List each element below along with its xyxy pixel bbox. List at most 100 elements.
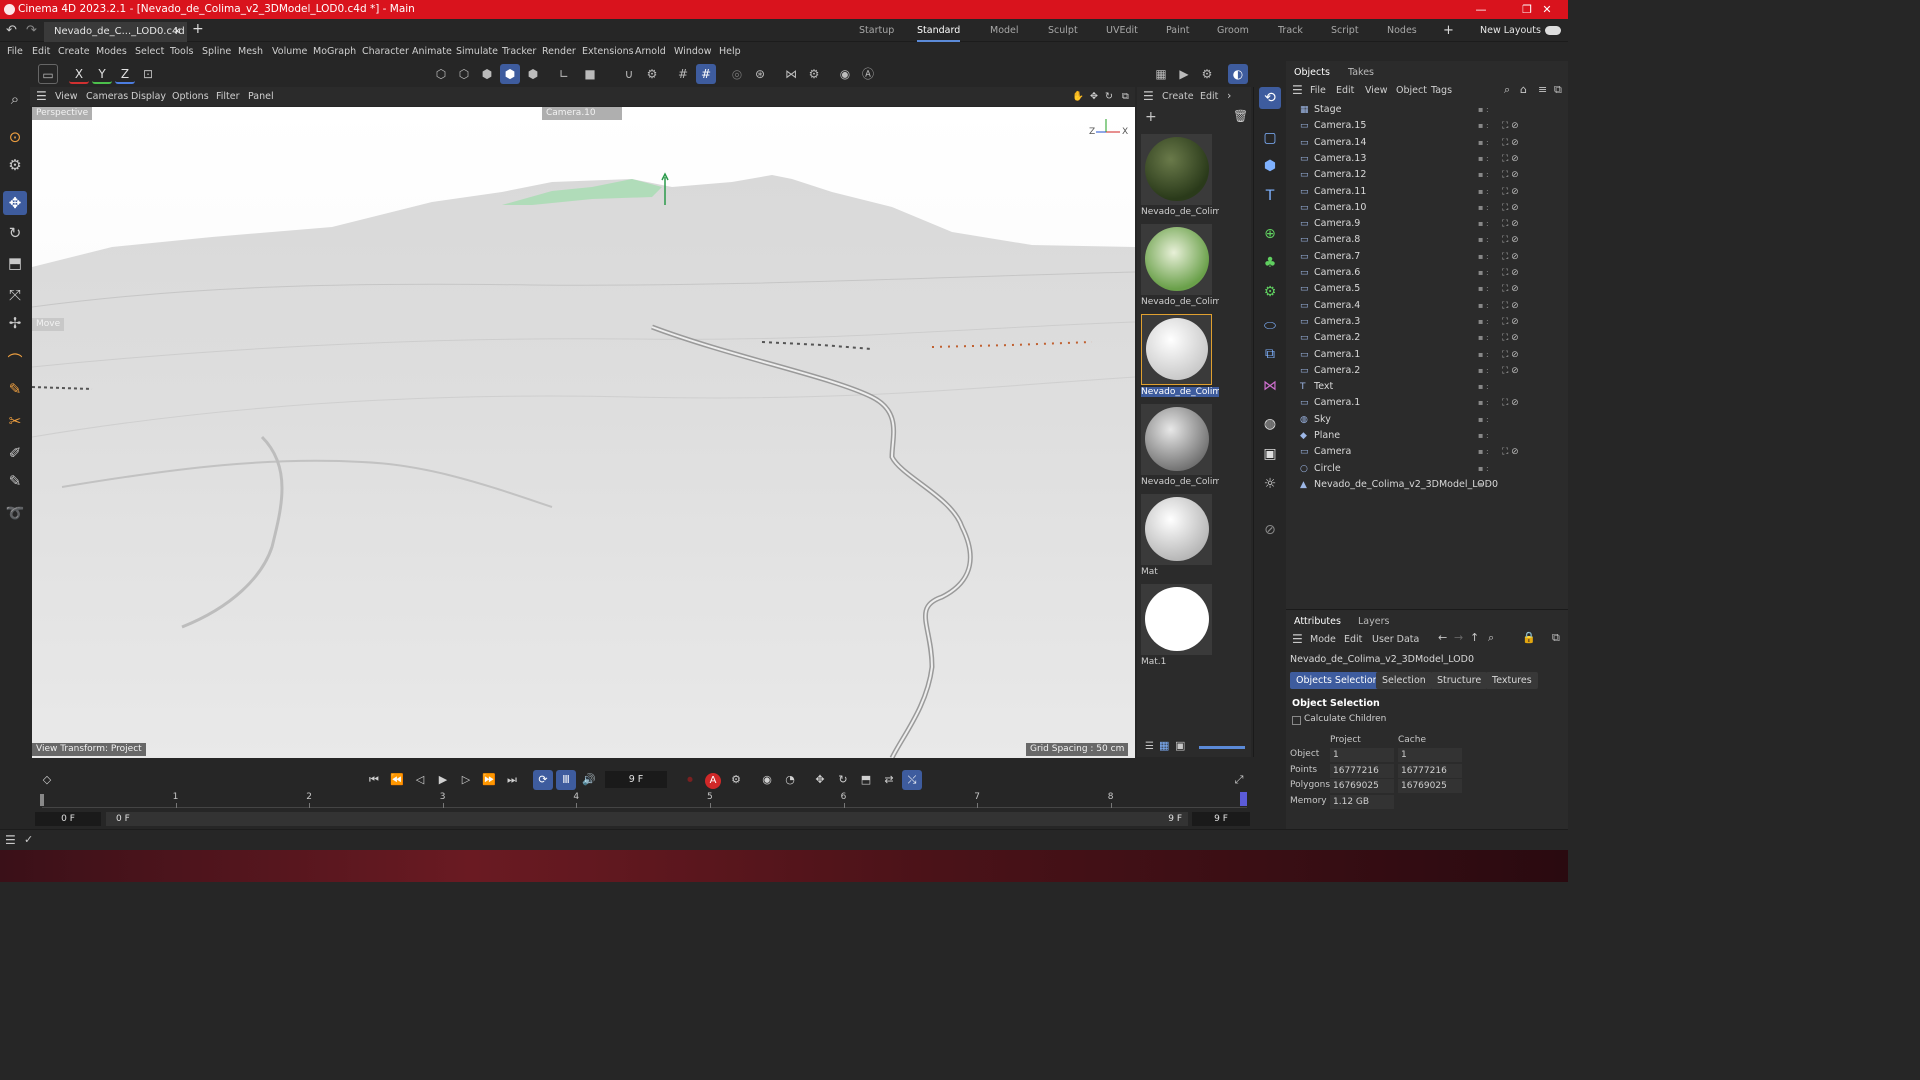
delete-material-icon[interactable]: 🗑 xyxy=(1233,109,1248,123)
playback-rate-button[interactable]: Ⅲ xyxy=(556,770,576,790)
protection-tag-icon[interactable]: ⛶ ⊘ xyxy=(1502,347,1519,363)
placement-tool-icon[interactable]: ✢ xyxy=(3,311,27,335)
visibility-dots-icon[interactable]: ▪ : xyxy=(1478,167,1489,183)
next-frame-button[interactable]: ▷ xyxy=(456,770,476,790)
edges-mode-icon[interactable]: ⬡ xyxy=(454,64,474,84)
range-bar[interactable]: 0 F 9 F xyxy=(106,812,1188,826)
object-row[interactable]: ◍ Sky ▪ : xyxy=(1286,412,1568,428)
object-row[interactable]: ▭ Camera.13 ▪ : ⛶ ⊘ xyxy=(1286,151,1568,167)
attribute-menu-user-data[interactable]: User Data xyxy=(1372,632,1419,647)
range-start-field[interactable]: 0 F xyxy=(35,812,101,826)
loop-button[interactable]: ⟳ xyxy=(533,770,553,790)
attribute-menu-edit[interactable]: Edit xyxy=(1344,632,1362,647)
visibility-dots-icon[interactable]: ▪ : xyxy=(1478,184,1489,200)
visibility-dots-icon[interactable]: ▪ : xyxy=(1478,298,1489,314)
menu-file[interactable]: File xyxy=(7,42,23,61)
visibility-dots-icon[interactable]: ▪ : xyxy=(1478,461,1489,477)
active-camera-label[interactable]: Camera.10 xyxy=(542,107,622,120)
large-view-icon[interactable]: ▣ xyxy=(1175,739,1185,752)
visibility-dots-icon[interactable]: ▪ : xyxy=(1478,200,1489,216)
playhead-start[interactable] xyxy=(40,794,44,806)
object-menu-object[interactable]: Object xyxy=(1396,83,1427,98)
undo-icon[interactable]: ↶ xyxy=(6,23,17,38)
material-item[interactable]: Mat.1 xyxy=(1139,582,1214,668)
layout-nodes[interactable]: Nodes xyxy=(1387,19,1417,42)
transform-tool-icon[interactable]: ⤧ xyxy=(3,283,27,307)
protection-tag-icon[interactable]: ⛶ ⊘ xyxy=(1502,151,1519,167)
range-end-field[interactable]: 9 F xyxy=(1192,812,1250,826)
visibility-dots-icon[interactable]: ▪ : xyxy=(1478,118,1489,134)
layout-script[interactable]: Script xyxy=(1331,19,1359,42)
toggle-view-icon[interactable]: ⧉ xyxy=(1122,87,1129,106)
object-row[interactable]: ▭ Camera.7 ▪ : ⛶ ⊘ xyxy=(1286,249,1568,265)
protection-tag-icon[interactable]: ⛶ ⊘ xyxy=(1502,444,1519,460)
tab-attributes[interactable]: Attributes xyxy=(1294,614,1341,629)
object-row[interactable]: ▭ Camera.12 ▪ : ⛶ ⊘ xyxy=(1286,167,1568,183)
protection-tag-icon[interactable]: ⛶ ⊘ xyxy=(1502,135,1519,151)
layout-paint[interactable]: Paint xyxy=(1166,19,1190,42)
document-tab[interactable]: Nevado_de_C..._LOD0.c4d * ✕ xyxy=(44,22,187,57)
layout-startup[interactable]: Startup xyxy=(859,19,894,42)
new-layouts-label[interactable]: New Layouts xyxy=(1480,19,1541,42)
rotation-key-icon[interactable]: ↻ xyxy=(833,770,853,790)
protection-tag-icon[interactable]: ⛶ ⊘ xyxy=(1502,232,1519,248)
field-icon[interactable]: ⬭ xyxy=(1259,315,1281,337)
keyframe-selection-icon[interactable]: ◉ xyxy=(757,770,777,790)
visibility-dots-icon[interactable]: ▪ : xyxy=(1478,249,1489,265)
lock-icon[interactable]: 🔒 xyxy=(1522,631,1536,644)
viewport-solo-icon[interactable]: ◉ xyxy=(835,64,855,84)
visibility-dots-icon[interactable]: ▪ : xyxy=(1478,314,1489,330)
object-row[interactable]: ▭ Camera.4 ▪ : ⛶ ⊘ xyxy=(1286,298,1568,314)
protection-tag-icon[interactable]: ⛶ ⊘ xyxy=(1502,167,1519,183)
minimize-button[interactable]: — xyxy=(1458,0,1504,19)
attribute-menu-icon[interactable]: ☰ xyxy=(1292,632,1303,646)
search-attributes-icon[interactable]: ⌕ xyxy=(1488,631,1494,645)
protection-tag-icon[interactable]: ⛶ ⊘ xyxy=(1502,184,1519,200)
viewport-menu-options[interactable]: Options xyxy=(172,87,209,106)
new-attribute-window-icon[interactable]: ⧉ xyxy=(1552,631,1560,645)
snap-icon[interactable]: ∪ xyxy=(619,64,639,84)
menu-modes[interactable]: Modes xyxy=(96,42,127,61)
layout-sculpt[interactable]: Sculpt xyxy=(1048,19,1078,42)
object-menu-view[interactable]: View xyxy=(1365,83,1388,98)
menu-character[interactable]: Character xyxy=(362,42,409,61)
new-window-icon[interactable]: ⧉ xyxy=(1554,83,1562,97)
object-row[interactable]: ▭ Camera.2 ▪ : ⛶ ⊘ xyxy=(1286,330,1568,346)
point-level-anim-icon[interactable]: ⤯ xyxy=(902,770,922,790)
menu-simulate[interactable]: Simulate xyxy=(456,42,498,61)
timeline-window-icon[interactable]: ⤢ xyxy=(1229,770,1249,790)
model-mode-icon[interactable]: ⬢ xyxy=(500,64,520,84)
snap-settings-icon[interactable]: ⚙ xyxy=(642,64,662,84)
polygon-pen-icon[interactable]: ✂ xyxy=(3,409,27,433)
material-menu-edit[interactable]: Edit xyxy=(1200,91,1218,102)
viewport-menu-display[interactable]: Display xyxy=(131,87,166,106)
object-menu-file[interactable]: File xyxy=(1310,83,1326,98)
soft-selection-icon[interactable]: ◎ xyxy=(727,64,747,84)
material-menu-create[interactable]: Create xyxy=(1162,91,1194,102)
object-row[interactable]: ▦ Stage ▪ : xyxy=(1286,102,1568,118)
object-row[interactable]: ▭ Camera.6 ▪ : ⛶ ⊘ xyxy=(1286,265,1568,281)
menu-spline[interactable]: Spline xyxy=(202,42,231,61)
menu-mesh[interactable]: Mesh xyxy=(238,42,263,61)
play-button[interactable]: ▶ xyxy=(433,770,453,790)
viewport-menu-cameras[interactable]: Cameras xyxy=(86,87,128,106)
timeline-ruler[interactable]: 1 2 3 4 5 6 7 8 xyxy=(42,792,1247,808)
tab-layers[interactable]: Layers xyxy=(1358,614,1389,629)
close-tab-icon[interactable]: ✕ xyxy=(173,22,181,42)
menu-window[interactable]: Window xyxy=(674,42,711,61)
visibility-dots-icon[interactable]: ▪ : xyxy=(1478,151,1489,167)
symmetry-settings-icon[interactable]: ⊛ xyxy=(750,64,770,84)
knife-icon[interactable]: ✎ xyxy=(3,469,27,493)
material-item[interactable]: Nevado_de_Colim xyxy=(1139,222,1219,308)
protection-tag-icon[interactable]: ⛶ ⊘ xyxy=(1502,363,1519,379)
viewport-menu-filter[interactable]: Filter xyxy=(216,87,240,106)
z-axis-lock-button[interactable]: Z xyxy=(115,64,135,84)
protection-tag-icon[interactable]: ⛶ ⊘ xyxy=(1502,249,1519,265)
object-menu-tags[interactable]: Tags xyxy=(1431,83,1452,98)
status-menu-icon[interactable]: ☰ xyxy=(5,833,16,847)
coordinate-system-icon[interactable]: ⊡ xyxy=(138,64,158,84)
material-item[interactable]: Mat xyxy=(1139,492,1214,578)
visibility-dots-icon[interactable]: ▪ : xyxy=(1478,281,1489,297)
object-row[interactable]: ▭ Camera.11 ▪ : ⛶ ⊘ xyxy=(1286,184,1568,200)
visibility-dots-icon[interactable]: ▪ : xyxy=(1478,444,1489,460)
